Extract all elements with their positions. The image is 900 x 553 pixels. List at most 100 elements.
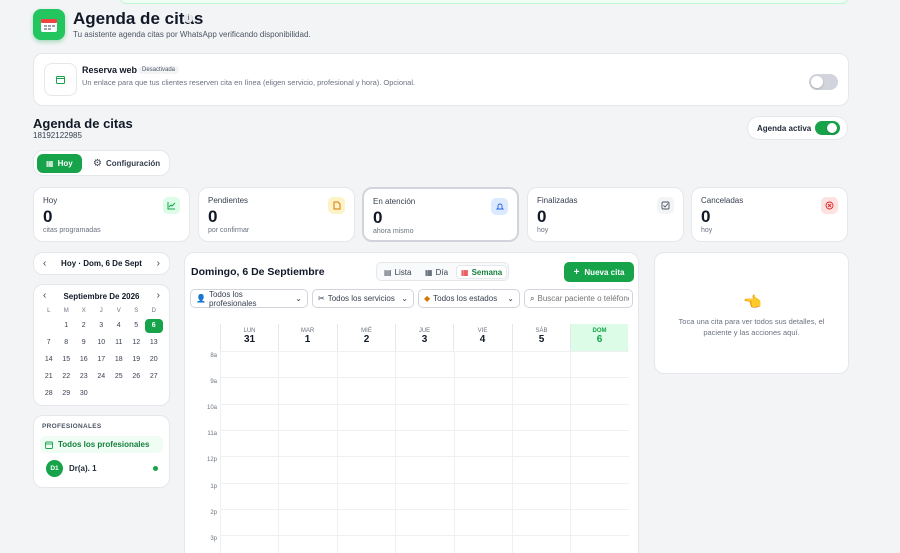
calendar-day[interactable]: 30 [75, 390, 93, 397]
agenda-title: Agenda de citas [33, 116, 133, 131]
page-subtitle: Tu asistente agenda citas por WhatsApp v… [73, 30, 311, 39]
calendar-day[interactable]: 16 [75, 356, 93, 363]
day-grid-line [570, 351, 572, 553]
professional-item[interactable]: D1 Dr(a). 1 [40, 459, 163, 478]
calendar-day[interactable]: 18 [110, 356, 128, 363]
calendar-day-selected[interactable]: 6 [145, 318, 163, 333]
tab-hoy-label: Hoy [57, 159, 73, 168]
tag-icon: ◆ [424, 294, 431, 303]
calendar-day[interactable]: 3 [93, 322, 111, 329]
calendar-day[interactable]: 29 [58, 390, 76, 397]
filter-servicios[interactable]: ✂ Todos los servicios ⌄ [312, 289, 414, 308]
day-grid-line [220, 351, 221, 553]
all-professionals-label: Todos los profesionales [58, 440, 150, 449]
calendar-day[interactable]: 28 [40, 390, 58, 397]
date-nav-label[interactable]: Hoy · Dom, 6 De Sept [34, 259, 169, 268]
chevron-right-icon[interactable]: › [157, 258, 160, 269]
new-appointment-button[interactable]: + Nueva cita [564, 262, 634, 282]
day-header: LUN 31 [220, 324, 278, 351]
calendar-day[interactable]: 27 [145, 373, 163, 380]
calendar-day[interactable]: 2 [75, 322, 93, 329]
calendar-day[interactable]: 12 [128, 339, 146, 346]
calendar-day[interactable]: 17 [93, 356, 111, 363]
info-icon[interactable]: i [184, 14, 193, 23]
professionals-title: PROFESIONALES [42, 423, 102, 430]
calendar-day[interactable]: 10 [93, 339, 111, 346]
view-lista[interactable]: ▤ Lista [380, 265, 415, 279]
calendar-icon [45, 441, 53, 449]
view-semana[interactable]: ▦ Semana [456, 265, 508, 279]
all-professionals-item[interactable]: Todos los profesionales [40, 436, 163, 453]
mini-calendar-grid: L M X J V S D 1 2 3 4 5 6 7 8 9 10 11 12… [40, 305, 163, 402]
hour-label: 8a [210, 353, 217, 359]
calendar-day[interactable]: 8 [58, 339, 76, 346]
weekday-label: D [151, 308, 156, 314]
plus-icon: + [573, 266, 580, 278]
day-number: 31 [243, 334, 256, 345]
calendar-day[interactable]: 11 [110, 339, 128, 346]
stat-sub: ahora mismo [373, 228, 414, 235]
hour-grid-line [220, 482, 629, 484]
calendar-day[interactable]: 19 [128, 356, 146, 363]
filter-estados[interactable]: ◆ Todos los estados ⌄ [418, 289, 520, 308]
reserva-description: Un enlace para que tus clientes reserven… [82, 78, 416, 87]
calendar-day[interactable]: 5 [128, 322, 146, 329]
reserva-web-card: Reserva web Desactivada Un enlace para q… [33, 53, 849, 106]
day-number: 4 [479, 334, 486, 345]
calendar-day-icon: ▦ [425, 267, 433, 277]
hour-grid-line [220, 429, 629, 431]
person-icon: 👤 [196, 294, 206, 303]
reserva-web-toggle[interactable] [809, 74, 838, 90]
view-switcher: ▤ Lista ▦ Día ▦ Semana [376, 262, 509, 281]
calendar-day[interactable]: 24 [93, 373, 111, 380]
appointment-detail-panel: 👈 Toca una cita para ver todos sus detal… [654, 252, 849, 374]
calendar-day[interactable]: 1 [58, 322, 76, 329]
view-semana-label: Semana [471, 267, 503, 277]
search-icon: ⌕ [530, 293, 535, 303]
tab-configuracion[interactable]: ⚙ Configuración [84, 154, 169, 173]
agenda-active-toggle[interactable] [815, 121, 840, 135]
tab-bar: ▦ Hoy ⚙ Configuración [33, 150, 170, 176]
hour-grid-line [220, 535, 629, 537]
day-number: 1 [304, 334, 311, 345]
day-grid-line [336, 351, 338, 553]
calendar-day[interactable]: 15 [58, 356, 76, 363]
x-circle-icon [821, 197, 838, 214]
filter-profesionales[interactable]: 👤 Todos los profesionales ⌄ [190, 289, 308, 308]
stat-value: 0 [701, 207, 711, 226]
calendar-day[interactable]: 26 [128, 373, 146, 380]
search-input[interactable] [537, 294, 630, 303]
calendar-icon: ▦ [46, 159, 54, 168]
filter-profesionales-value: Todos los profesionales [208, 289, 257, 308]
weekday-label: L [47, 308, 51, 314]
calendar-day[interactable]: 9 [75, 339, 93, 346]
filter-estados-value: Todos los estados [433, 294, 498, 303]
view-dia[interactable]: ▦ Día [421, 265, 452, 279]
calendar-day[interactable]: 14 [40, 356, 58, 363]
calendar-day[interactable]: 20 [145, 356, 163, 363]
calendar-day[interactable]: 23 [75, 373, 93, 380]
hour-grid-line [220, 456, 629, 458]
tab-hoy[interactable]: ▦ Hoy [37, 154, 82, 173]
day-number: 5 [538, 334, 545, 345]
search-box: ⌕ [524, 289, 633, 308]
calendar-day[interactable]: 25 [110, 373, 128, 380]
calendar-day[interactable]: 13 [145, 339, 163, 346]
agenda-active-label: Agenda activa [757, 124, 812, 133]
chart-icon [163, 197, 180, 214]
calendar-day[interactable]: 22 [58, 373, 76, 380]
chevron-right-icon[interactable]: › [157, 290, 160, 301]
weekday-label: V [116, 308, 121, 314]
stat-card-en-atencion: En atención 0 ahora mismo [362, 187, 519, 242]
calendar-day[interactable]: 7 [40, 339, 58, 346]
day-header: VIE 4 [453, 324, 511, 351]
day-number: 2 [363, 334, 370, 345]
online-dot [153, 466, 158, 471]
status-badge: Desactivada [138, 66, 180, 74]
tab-configuracion-label: Configuración [105, 159, 161, 168]
stat-value: 0 [537, 207, 547, 226]
calendar-day[interactable]: 4 [110, 322, 128, 329]
avatar: D1 [46, 460, 63, 477]
date-navigator: ‹ Hoy · Dom, 6 De Sept › [33, 252, 170, 275]
calendar-day[interactable]: 21 [40, 373, 58, 380]
